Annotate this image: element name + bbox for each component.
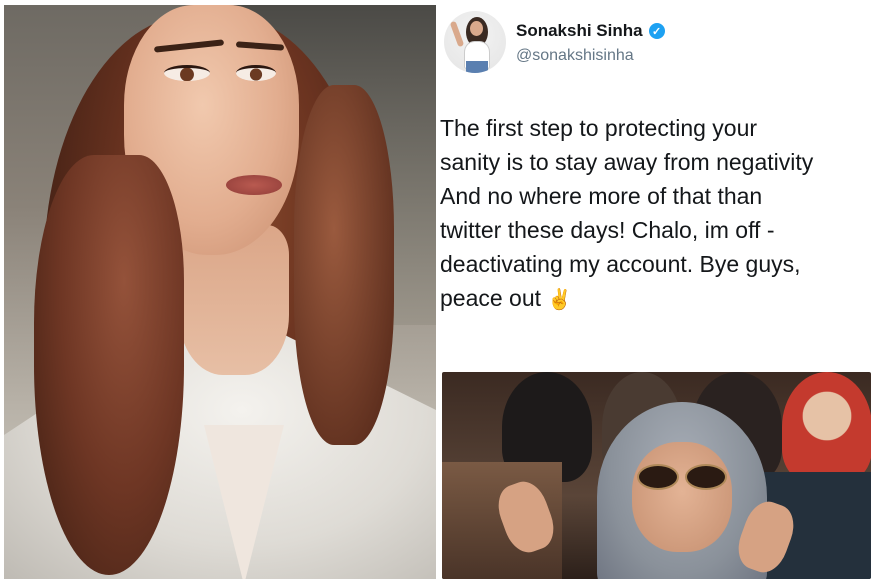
gif-face <box>632 442 732 552</box>
sunglasses <box>637 464 727 490</box>
photo-eye <box>164 65 210 81</box>
tweet-author: Sonakshi Sinha ✓ <box>516 21 665 41</box>
photo-hair-right <box>294 85 394 445</box>
peace-icon: ✌ <box>547 289 573 311</box>
crowd-person <box>782 372 871 482</box>
user-handle[interactable]: @sonakshisinha <box>516 47 634 65</box>
display-name[interactable]: Sonakshi Sinha <box>516 21 643 41</box>
profile-photo <box>4 5 436 579</box>
tweet-card: Sonakshi Sinha ✓ @sonakshisinha The firs… <box>440 5 872 370</box>
photo-lips <box>226 175 282 195</box>
tweet-media-gif[interactable] <box>442 372 871 579</box>
avatar[interactable] <box>444 11 506 73</box>
tweet-text: The first step to protecting your sanity… <box>440 111 872 317</box>
tweet-body: The first step to protecting your sanity… <box>440 115 814 311</box>
photo-eye <box>236 65 276 81</box>
photo-hair-front <box>34 155 184 575</box>
verified-icon: ✓ <box>648 23 665 39</box>
